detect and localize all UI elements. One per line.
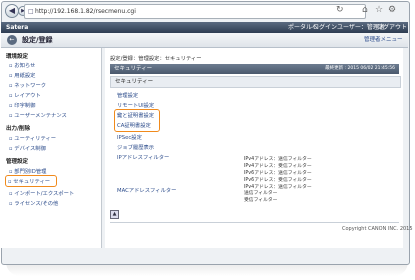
app-topbar: Satera ポータルへ ログインユーザー：管理者 ログアウト <box>1 22 408 33</box>
admin-menu-link[interactable]: 管理者メニュー <box>364 33 403 47</box>
ip-filter-value: IPv4アドレス：送信フィルター <box>244 157 312 162</box>
sidebar-section-env: 環境設定 <box>6 54 29 60</box>
home-icon[interactable]: ⌂ <box>362 5 368 15</box>
address-bar[interactable]: □ http://192.168.1.82/rsecmenu.cgi <box>24 4 366 19</box>
brand-logo: Satera <box>6 24 29 31</box>
link-ca-cert[interactable]: CA証明書設定 <box>117 121 151 129</box>
sidebar-item-label: ネットワーク <box>14 83 47 89</box>
refresh-icon[interactable]: ↻ <box>336 5 344 15</box>
link-remote-ui[interactable]: リモートUI設定 <box>117 101 154 109</box>
link-key-cert[interactable]: 鍵と証明書設定 <box>117 111 154 119</box>
sidebar-item-label: セキュリティー <box>13 179 51 185</box>
sidebar-item-label: インポート/エクスポート <box>14 191 75 197</box>
content-header-title: セキュリティー <box>114 66 153 72</box>
logout-link[interactable]: ログアウト <box>377 22 407 33</box>
sidebar-item-label: ユーティリティー <box>14 136 57 142</box>
ip-filter-value: IPv6アドレス：送信フィルター <box>244 171 312 176</box>
gear-icon[interactable]: ⚙ <box>388 5 396 15</box>
link-ipsec[interactable]: IPSec設定 <box>117 133 142 141</box>
sidebar-section-output: 出力/削除 <box>6 126 31 132</box>
page-title: 設定/登録 <box>22 36 53 44</box>
sidebar-item-security[interactable]: ▫ セキュリティー <box>5 175 58 187</box>
link-job-log[interactable]: ジョブ履歴表示 <box>117 143 154 151</box>
footer-divider <box>110 222 399 223</box>
sidebar-item-label: ライセンス/その他 <box>14 201 59 207</box>
sidebar-item-utility[interactable]: ▫ ユーティリティー <box>9 134 56 142</box>
sidebar-item-license[interactable]: ▫ ライセンス/その他 <box>9 199 58 207</box>
sidebar-item-layout[interactable]: ▫ レイアウト <box>9 91 41 99</box>
sidebar-item-dept-id[interactable]: ▫ 部門別ID管理 <box>9 167 46 175</box>
url-text: http://192.168.1.82/rsecmenu.cgi <box>35 8 136 15</box>
sidebar-item-label: レイアウト <box>14 93 41 99</box>
sidebar-item-import-export[interactable]: ▫ インポート/エクスポート <box>9 189 74 197</box>
sidebar-item-maintenance[interactable]: ▫ ユーザーメンテナンス <box>9 111 67 119</box>
sidebar-item-network[interactable]: ▫ ネットワーク <box>9 81 46 89</box>
sidebar-item-label: デバイス制御 <box>14 146 46 152</box>
sidebar-item-paper[interactable]: ▫ 用紙設定 <box>9 71 35 79</box>
sidebar-item-label: ユーザーメンテナンス <box>14 113 67 119</box>
mac-filter-value: 受信フィルター <box>244 198 278 203</box>
breadcrumb: 設定/登録：管理設定：セキュリティー <box>110 56 202 62</box>
last-updated: 最終更新 : 2015 06/02 21:45:56 <box>325 66 395 71</box>
back-icon[interactable]: ◀ <box>5 4 19 18</box>
sidebar-item-notice[interactable]: ▫ お知らせ <box>9 61 35 69</box>
link-admin-settings[interactable]: 管理設定 <box>117 91 138 99</box>
page-icon: □ <box>28 8 34 15</box>
ip-filter-value: IPv6アドレス：受信フィルター <box>244 178 312 183</box>
sidebar-item-label: 印字制御 <box>14 103 36 109</box>
content-header: セキュリティー 最終更新 : 2015 06/02 21:45:56 <box>110 64 399 74</box>
link-mac-filter[interactable]: MACアドレスフィルター <box>117 186 176 194</box>
page-top-icon[interactable]: ▲ <box>110 210 119 219</box>
sidebar-section-admin: 管理設定 <box>6 159 29 165</box>
star-icon[interactable]: ☆ <box>375 5 383 15</box>
back-circle-icon[interactable]: ← <box>7 35 17 45</box>
sidebar-item-print-control[interactable]: ▫ 印字制御 <box>9 101 35 109</box>
mac-filter-value: 送信フィルター <box>244 191 278 196</box>
ip-filter-value: IPv4アドレス：受信フィルター <box>244 164 312 169</box>
sidebar-item-label: 用紙設定 <box>14 73 36 79</box>
subheader-title: セキュリティー <box>115 79 154 85</box>
link-ip-filter[interactable]: IPアドレスフィルター <box>117 153 169 161</box>
sidebar-item-device-control[interactable]: ▫ デバイス制御 <box>9 144 46 152</box>
copyright: Copyright CANON INC. 2015 <box>342 226 413 232</box>
sidebar-item-label: お知らせ <box>14 63 36 69</box>
page-header: ← 設定/登録 管理者メニュー <box>1 33 408 48</box>
subheader: セキュリティー <box>110 76 401 88</box>
login-user: ログインユーザー：管理者 <box>313 24 385 31</box>
